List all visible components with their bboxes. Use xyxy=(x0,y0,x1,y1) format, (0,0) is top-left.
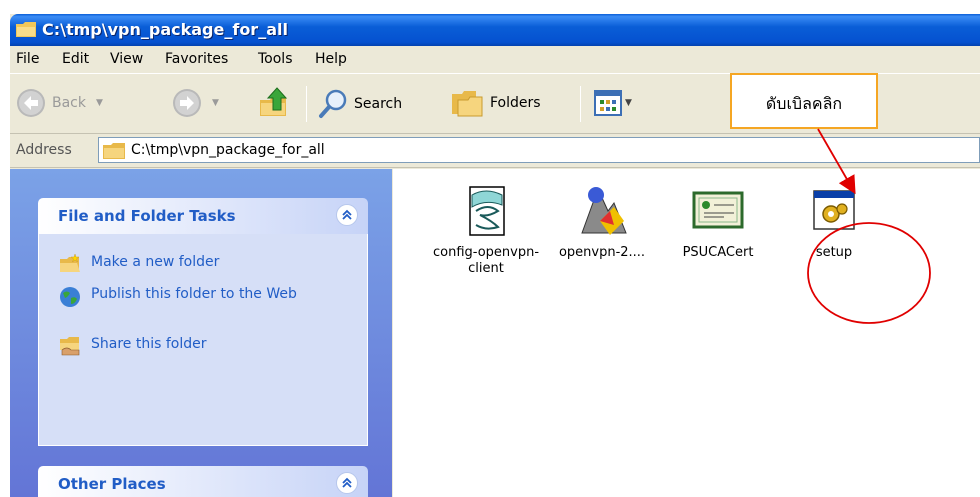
folders-icon xyxy=(452,91,483,117)
publish-web-icon xyxy=(60,287,80,307)
folders-button[interactable]: Folders xyxy=(450,88,541,118)
views-button[interactable]: ▼ xyxy=(594,90,632,116)
menu-favorites[interactable]: Favorites xyxy=(165,51,228,67)
task-publish-web[interactable]: Publish this folder to the Web xyxy=(59,286,299,308)
back-label: Back xyxy=(52,95,86,111)
installer-icon xyxy=(581,187,627,235)
task-label: Make a new folder xyxy=(91,254,220,270)
search-icon xyxy=(319,89,347,118)
task-share-folder[interactable]: Share this folder xyxy=(59,336,207,356)
collapse-chevron-icon[interactable] xyxy=(336,472,358,494)
window-title: C:\tmp\vpn_package_for_all xyxy=(42,20,288,39)
menu-view[interactable]: View xyxy=(110,51,143,67)
back-arrow-icon xyxy=(17,89,45,117)
menu-file[interactable]: File xyxy=(16,51,39,67)
file-name: setup xyxy=(815,245,853,260)
address-input[interactable]: C:\tmp\vpn_package_for_all xyxy=(98,137,980,163)
other-places-header[interactable]: Other Places xyxy=(38,466,368,497)
task-make-new-folder[interactable]: Make a new folder xyxy=(59,254,219,274)
address-value: C:\tmp\vpn_package_for_all xyxy=(131,142,325,158)
setup-app-icon xyxy=(813,190,855,230)
folder-icon xyxy=(16,22,36,37)
file-folder-tasks-header[interactable]: File and Folder Tasks xyxy=(38,198,368,234)
chevron-down-icon: ▼ xyxy=(96,98,103,108)
certificate-icon xyxy=(692,191,744,229)
file-folder-tasks-panel: Make a new folder Publish this folder to… xyxy=(38,234,368,446)
folders-label: Folders xyxy=(490,95,541,111)
chevron-down-icon: ▼ xyxy=(212,98,219,108)
annotation-text: ดับเบิลคลิก xyxy=(765,94,843,113)
folder-icon xyxy=(103,143,125,159)
forward-arrow-icon xyxy=(173,89,201,117)
panel-title: Other Places xyxy=(58,475,166,493)
file-item-psucacert[interactable]: PSUCACert xyxy=(655,169,781,261)
views-icon xyxy=(594,90,622,116)
file-name: config-openvpn-client xyxy=(432,245,540,276)
address-bar: Address C:\tmp\vpn_package_for_all xyxy=(10,134,980,168)
file-list: config-openvpn-client openvpn-2.... PSUC… xyxy=(393,169,980,497)
file-name: PSUCACert xyxy=(682,245,754,260)
annotation-callout: ดับเบิลคลิก xyxy=(730,73,878,129)
toolbar-separator xyxy=(580,86,581,122)
panel-title: File and Folder Tasks xyxy=(58,207,236,225)
file-item-openvpn-installer[interactable]: openvpn-2.... xyxy=(539,169,665,261)
menu-help[interactable]: Help xyxy=(315,51,347,67)
config-file-icon xyxy=(469,186,505,236)
address-label: Address xyxy=(16,142,72,158)
up-folder-icon xyxy=(260,87,288,116)
forward-button[interactable]: ▼ xyxy=(172,88,219,118)
search-label: Search xyxy=(354,96,403,112)
menu-bar: File Edit View Favorites Tools Help xyxy=(10,46,980,74)
toolbar-separator xyxy=(306,86,307,122)
task-pane: File and Folder Tasks Make a new folder xyxy=(10,169,392,497)
share-folder-icon xyxy=(60,337,80,356)
search-button[interactable]: Search xyxy=(318,88,402,120)
file-item-setup[interactable]: setup xyxy=(771,169,897,261)
new-folder-icon xyxy=(60,254,80,272)
menu-edit[interactable]: Edit xyxy=(62,51,89,67)
up-folder-button[interactable] xyxy=(258,86,292,120)
title-bar[interactable]: C:\tmp\vpn_package_for_all xyxy=(10,14,980,46)
menu-tools[interactable]: Tools xyxy=(258,51,293,67)
file-item-config-openvpn-client[interactable]: config-openvpn-client xyxy=(423,169,549,277)
task-label: Publish this folder to the Web xyxy=(91,286,297,302)
collapse-chevron-icon[interactable] xyxy=(336,204,358,226)
chevron-down-icon: ▼ xyxy=(625,98,632,108)
file-name: openvpn-2.... xyxy=(558,245,646,260)
task-label: Share this folder xyxy=(91,336,207,352)
back-button[interactable]: Back ▼ xyxy=(16,88,103,118)
